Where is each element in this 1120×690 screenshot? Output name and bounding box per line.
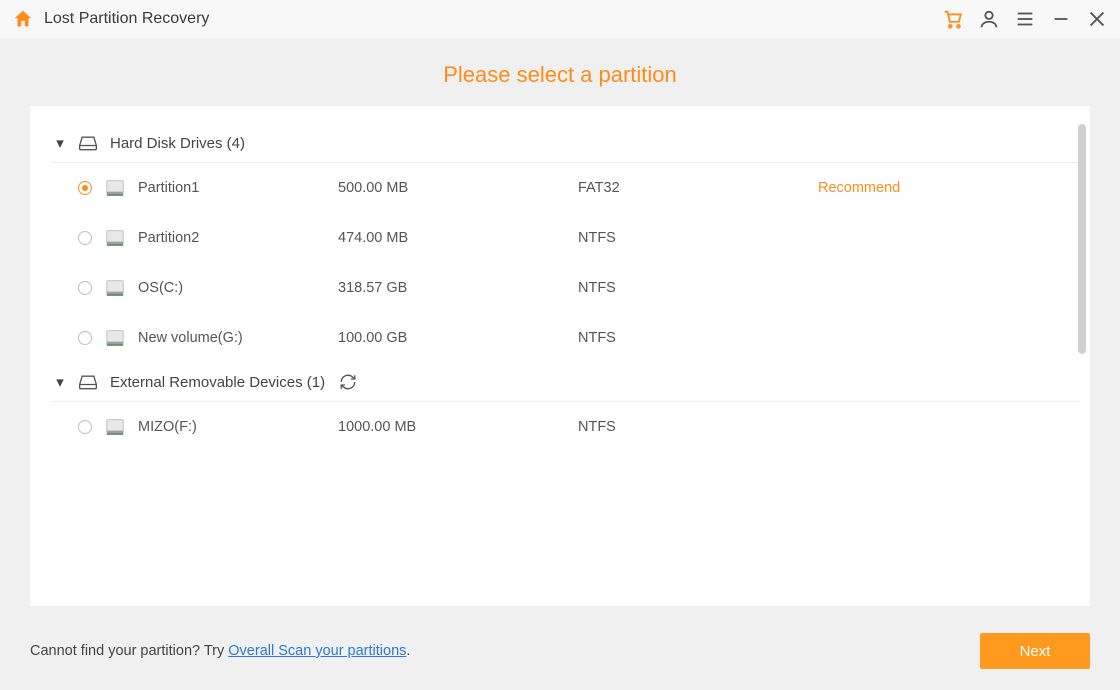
radio[interactable]	[78, 281, 92, 295]
overall-scan-link[interactable]: Overall Scan your partitions	[228, 643, 406, 659]
partition-filesystem: NTFS	[578, 330, 818, 346]
partition-name: MIZO(F:)	[138, 419, 338, 435]
radio[interactable]	[78, 420, 92, 434]
disk-icon	[104, 328, 126, 348]
radio[interactable]	[78, 231, 92, 245]
disk-icon	[104, 417, 126, 437]
partition-size: 1000.00 MB	[338, 419, 578, 435]
partition-row[interactable]: MIZO(F:)1000.00 MBNTFS	[52, 402, 1080, 452]
partition-name: OS(C:)	[138, 280, 338, 296]
page-heading: Please select a partition	[0, 38, 1120, 106]
disk-icon	[104, 178, 126, 198]
partition-row[interactable]: New volume(G:)100.00 GBNTFS	[52, 313, 1080, 363]
partition-name: New volume(G:)	[138, 330, 338, 346]
group-header[interactable]: ▾ External Removable Devices (1)	[52, 363, 1080, 401]
refresh-icon[interactable]	[339, 373, 357, 391]
partition-size: 318.57 GB	[338, 280, 578, 296]
partition-filesystem: NTFS	[578, 280, 818, 296]
partition-size: 500.00 MB	[338, 180, 578, 196]
group-label: External Removable Devices (1)	[110, 374, 325, 391]
partition-filesystem: NTFS	[578, 419, 818, 435]
recommend-badge: Recommend	[818, 180, 1080, 196]
radio[interactable]	[78, 181, 92, 195]
menu-icon[interactable]	[1014, 8, 1036, 30]
partition-row[interactable]: Partition2474.00 MBNTFS	[52, 213, 1080, 263]
chevron-down-icon: ▾	[52, 134, 68, 152]
app-title: Lost Partition Recovery	[44, 10, 209, 28]
partition-panel: ▾ Hard Disk Drives (4) Partition1500.00 MB…	[30, 106, 1090, 606]
titlebar: Lost Partition Recovery	[0, 0, 1120, 38]
footer-hint-suffix: .	[406, 643, 410, 659]
cart-icon[interactable]	[942, 8, 964, 30]
footer-hint-prefix: Cannot find your partition? Try	[30, 643, 228, 659]
group-label: Hard Disk Drives (4)	[110, 135, 245, 152]
minimize-icon[interactable]	[1050, 8, 1072, 30]
close-icon[interactable]	[1086, 8, 1108, 30]
partition-row[interactable]: OS(C:)318.57 GBNTFS	[52, 263, 1080, 313]
partition-name: Partition2	[138, 230, 338, 246]
partition-filesystem: FAT32	[578, 180, 818, 196]
disk-icon	[104, 278, 126, 298]
disk-icon	[104, 228, 126, 248]
next-button[interactable]: Next	[980, 633, 1090, 669]
scrollbar[interactable]	[1078, 124, 1086, 354]
partition-row[interactable]: Partition1500.00 MBFAT32Recommend	[52, 163, 1080, 213]
drive-outline-icon	[78, 134, 98, 152]
chevron-down-icon: ▾	[52, 373, 68, 391]
partition-name: Partition1	[138, 180, 338, 196]
home-icon[interactable]	[12, 8, 34, 30]
footer: Cannot find your partition? Try Overall …	[0, 612, 1120, 690]
partition-size: 100.00 GB	[338, 330, 578, 346]
group-header[interactable]: ▾ Hard Disk Drives (4)	[52, 124, 1080, 162]
user-icon[interactable]	[978, 8, 1000, 30]
partition-filesystem: NTFS	[578, 230, 818, 246]
partition-size: 474.00 MB	[338, 230, 578, 246]
drive-outline-icon	[78, 373, 98, 391]
footer-hint: Cannot find your partition? Try Overall …	[30, 643, 410, 659]
radio[interactable]	[78, 331, 92, 345]
